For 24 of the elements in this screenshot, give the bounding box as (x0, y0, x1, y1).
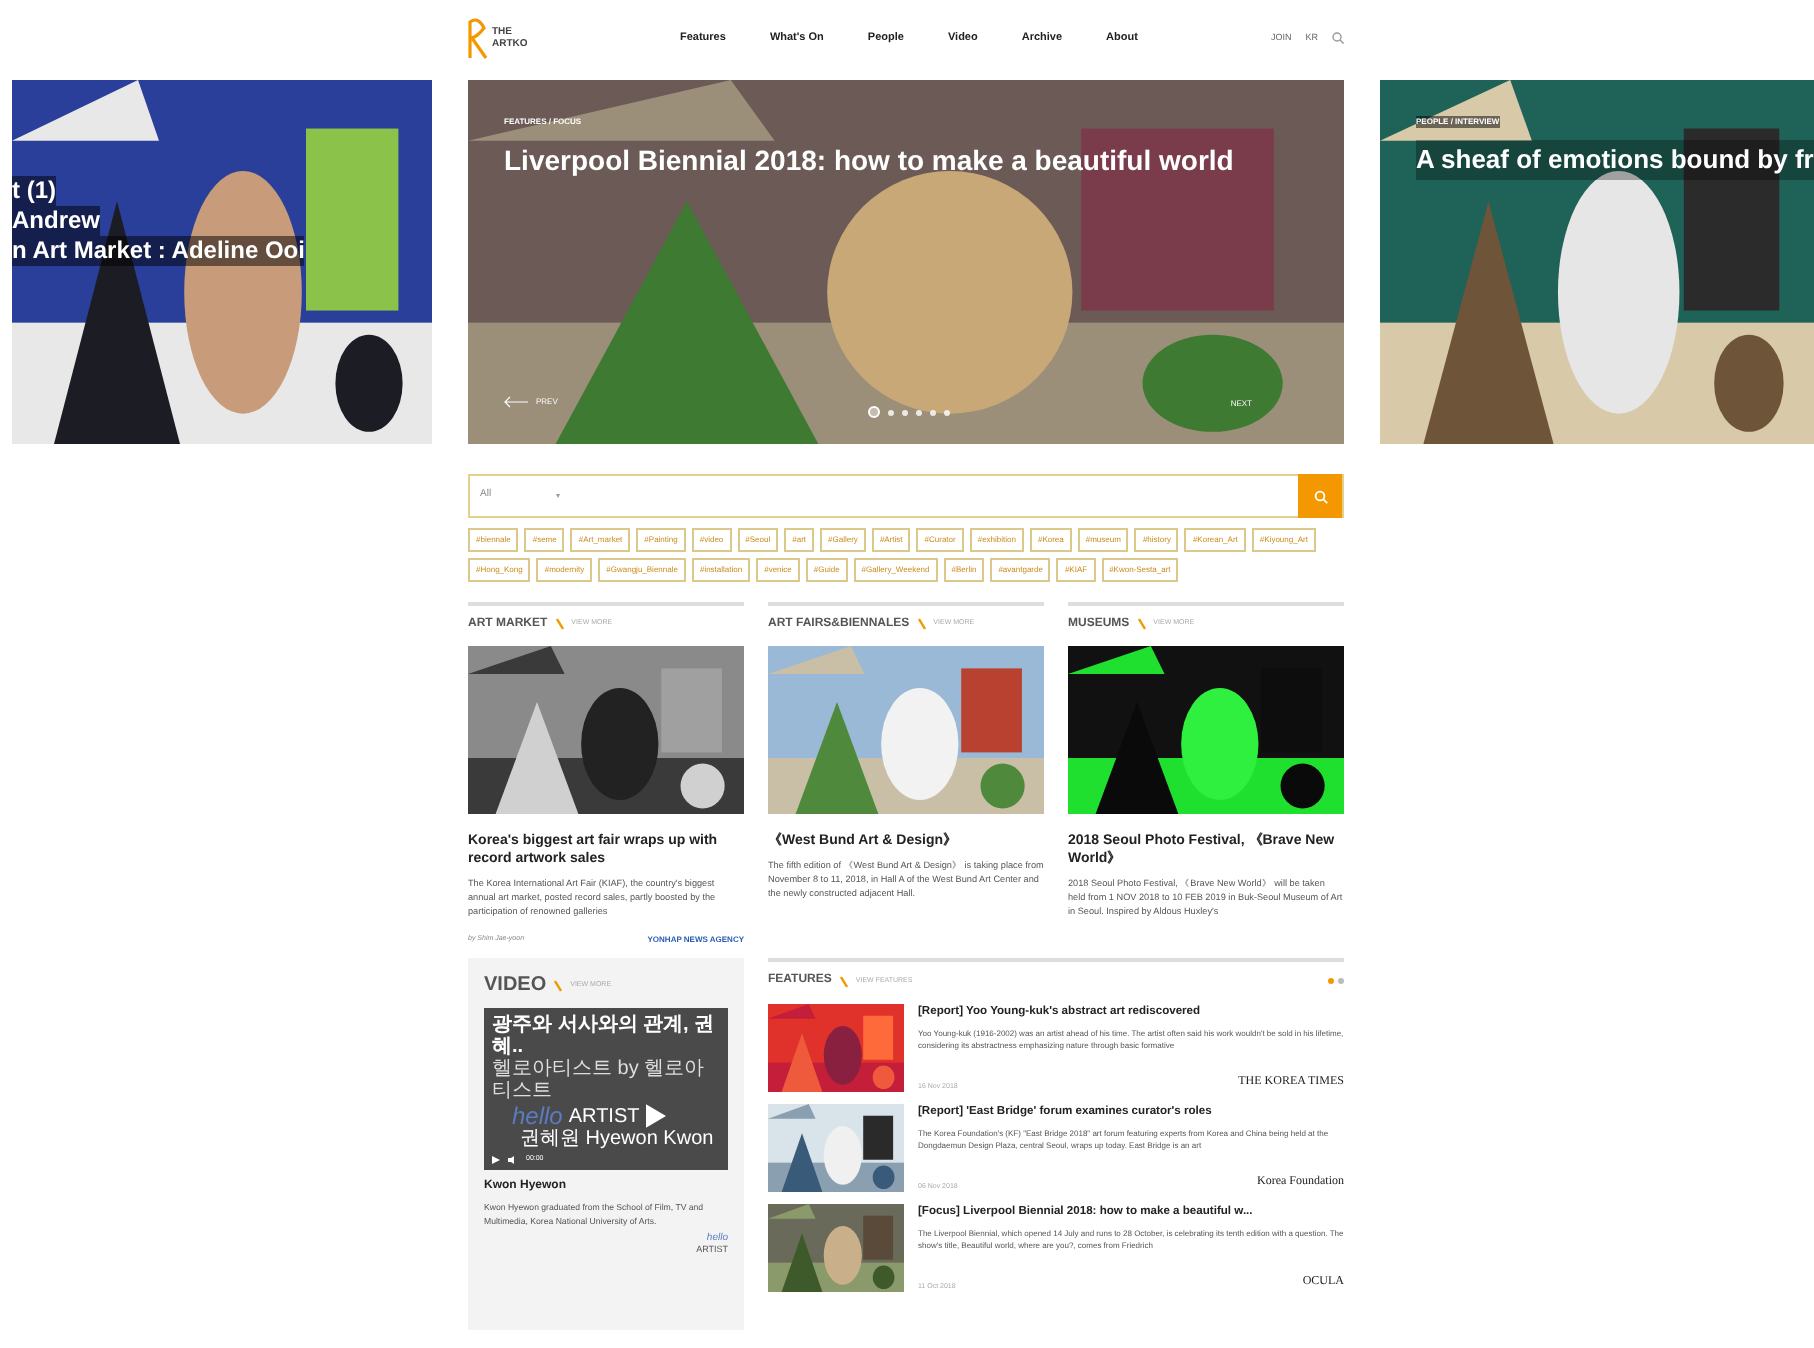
play-icon[interactable] (645, 1104, 666, 1128)
slash-icon (917, 618, 926, 630)
brand-text: ARTIST (568, 1105, 640, 1127)
search-icon[interactable] (1332, 32, 1344, 44)
volume-icon[interactable] (508, 1155, 518, 1164)
arrow-left-icon (504, 396, 528, 408)
slash-icon (839, 975, 848, 987)
logo-icon (468, 16, 488, 60)
slide-title: Liverpool Biennial 2018: how to make a beautiful world (504, 142, 1234, 180)
brand-text: hello (512, 1104, 563, 1128)
slide-title: t (1) (12, 176, 56, 206)
video-channel: 헬로아티스트 by 헬로아티스트 (492, 1058, 707, 1102)
section-title: VIDEO (484, 972, 547, 1000)
slide-title: n Art Market : Adeline Ooi (12, 236, 305, 266)
search-icon (1313, 489, 1327, 503)
play-icon[interactable] (492, 1155, 500, 1164)
slide-title: Andrew (12, 206, 101, 236)
slash-icon (554, 979, 563, 991)
video-subtitle: 권혜원 Hyewon Kwon (520, 1128, 716, 1150)
slash-icon (555, 618, 564, 630)
video-caption: 광주와 서사와의 관계, 권혜.. (492, 1014, 717, 1058)
slide-title: A sheaf of emotions bound by fr (1416, 140, 1814, 179)
slash-icon (1137, 618, 1146, 630)
search-button[interactable] (1298, 474, 1342, 518)
